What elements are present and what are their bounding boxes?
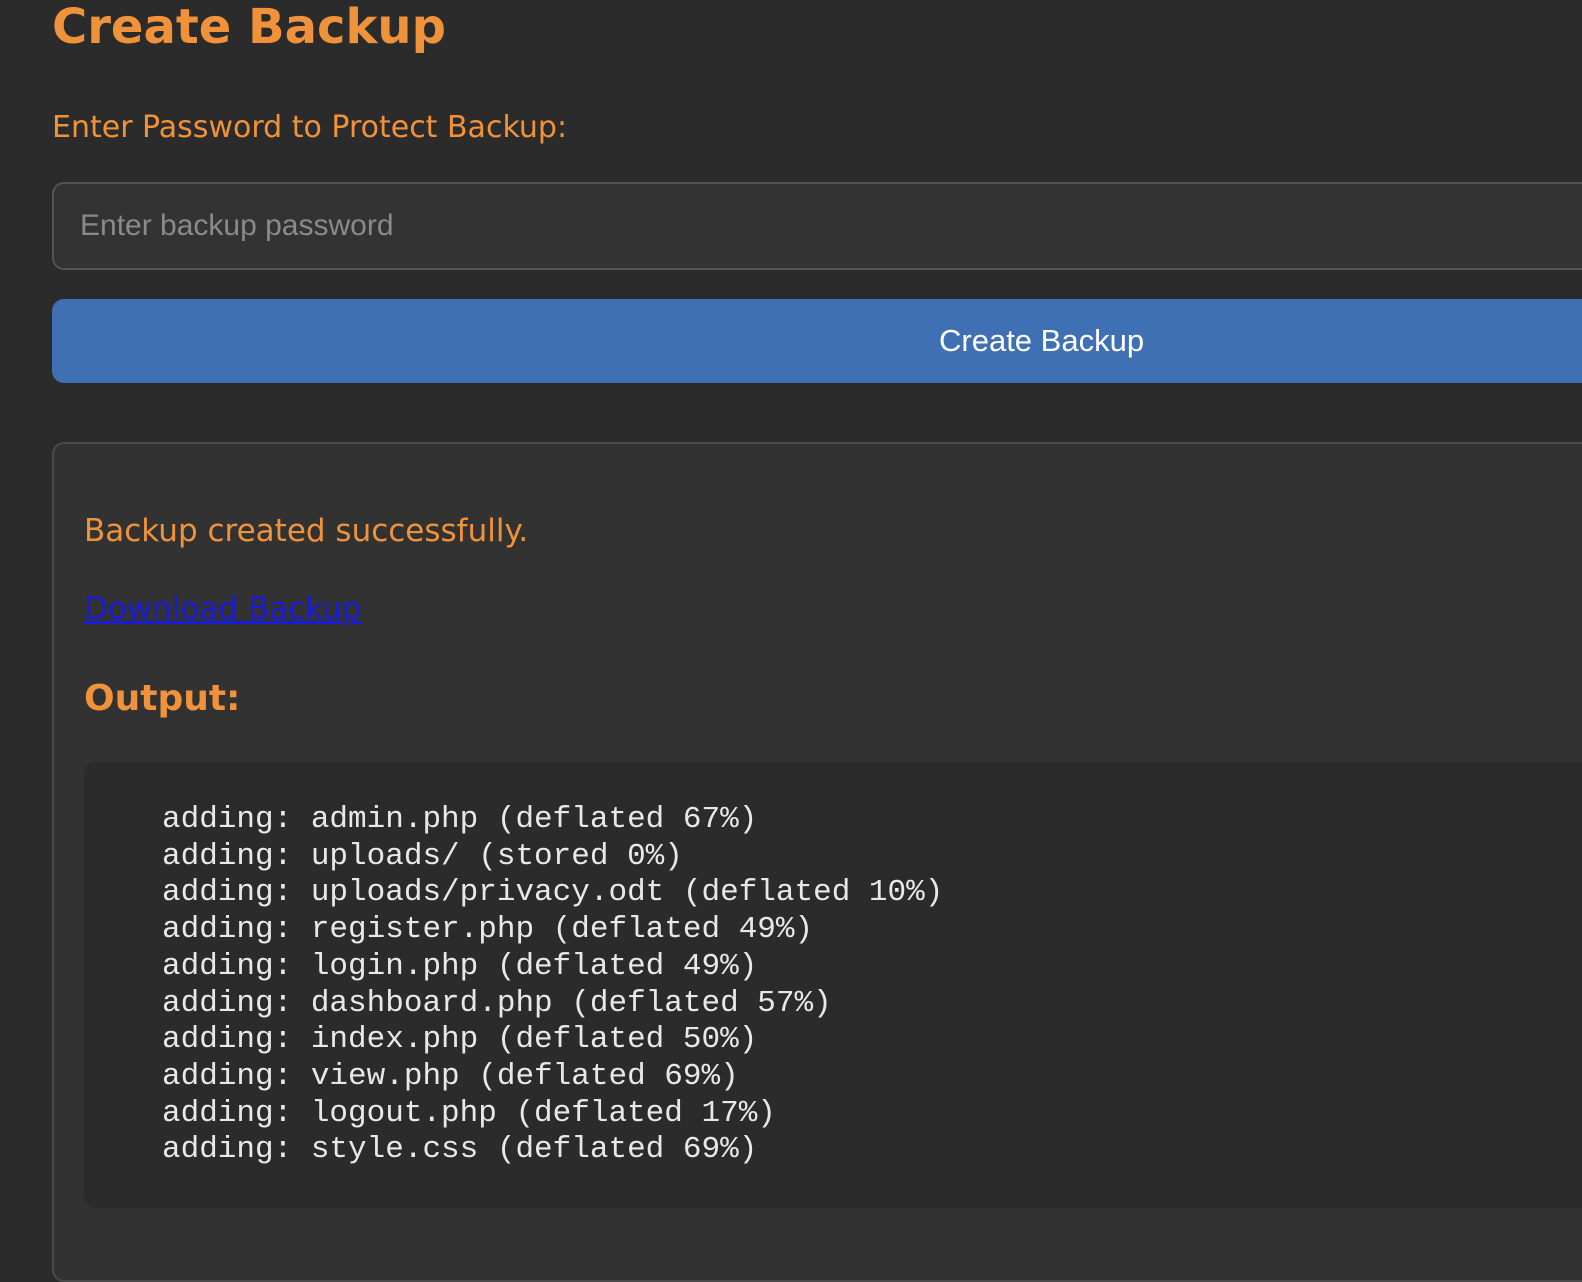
output-line: adding: logout.php (deflated 17%) (162, 1095, 776, 1131)
output-line: adding: admin.php (deflated 67%) (162, 802, 758, 837)
password-label: Enter Password to Protect Backup: (52, 110, 568, 145)
output-line: adding: dashboard.php (deflated 57%) (162, 985, 832, 1021)
output-line: adding: register.php (deflated 49%) (162, 912, 814, 948)
output-line: adding: view.php (deflated 69%) (162, 1058, 739, 1094)
output-line: adding: index.php (deflated 50%) (162, 1022, 758, 1058)
success-message: Backup created successfully. (84, 513, 529, 549)
output-line: adding: uploads/privacy.odt (deflated 10… (162, 875, 944, 911)
output-line: adding: uploads/ (stored 0%) (162, 838, 683, 874)
page-title: Create Backup (52, 0, 446, 55)
download-backup-link[interactable]: Download Backup (84, 588, 362, 630)
output-line: adding: login.php (deflated 49%) (162, 948, 758, 984)
output-line: adding: style.css (deflated 69%) (162, 1132, 758, 1168)
create-backup-button[interactable]: Create Backup (52, 299, 1582, 383)
output-log: adding: admin.php (deflated 67%) adding:… (162, 802, 943, 1169)
password-input[interactable] (52, 182, 1582, 270)
output-heading: Output: (84, 678, 241, 719)
